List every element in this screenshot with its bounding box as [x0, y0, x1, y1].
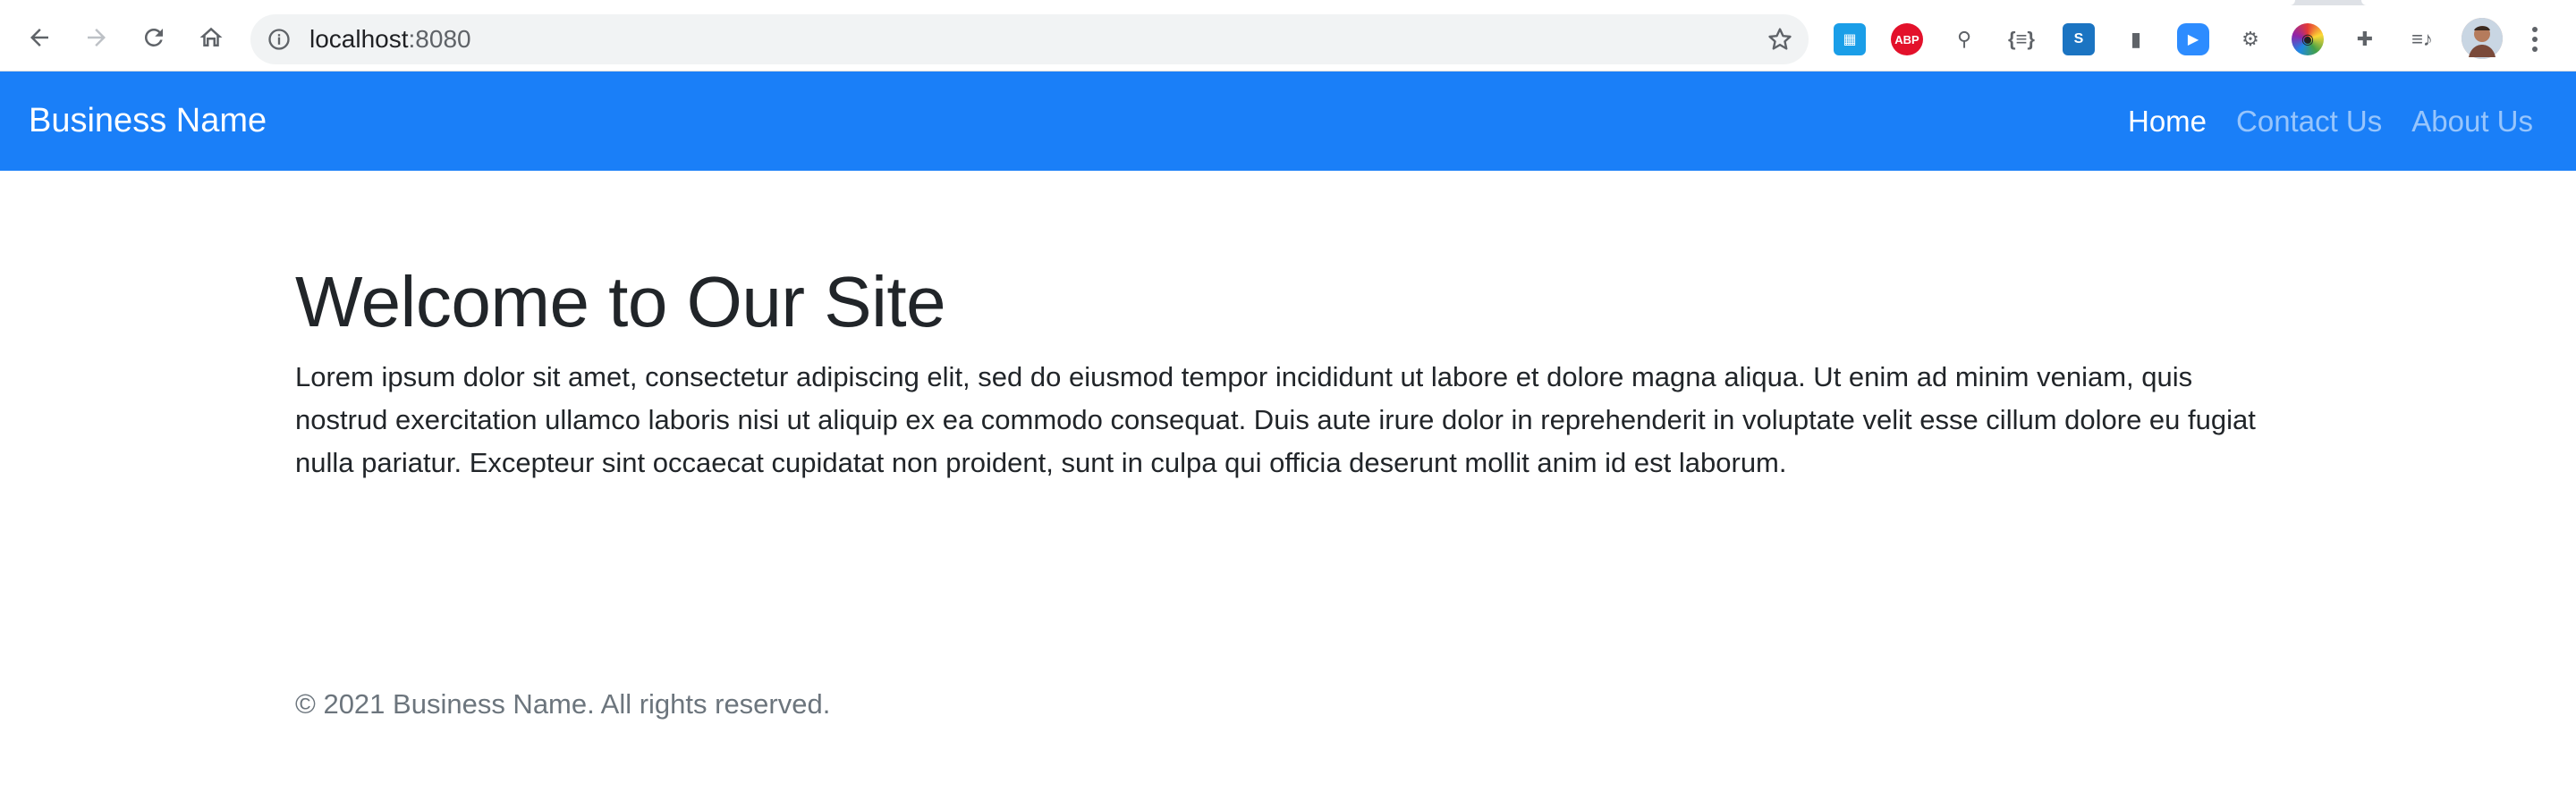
page-title: Welcome to Our Site [295, 262, 946, 341]
url-host: localhost [309, 25, 409, 53]
nav-link-home[interactable]: Home [2128, 105, 2207, 139]
info-icon[interactable] [267, 27, 292, 52]
reload-button[interactable] [132, 16, 175, 59]
puzzle-extensions-icon[interactable]: ✚ [2349, 23, 2381, 55]
gear-extension-icon[interactable]: ⚙ [2234, 23, 2267, 55]
nav-link-contact-us[interactable]: Contact Us [2236, 105, 2382, 139]
media-control-icon[interactable]: ≡♪ [2406, 23, 2438, 55]
browser-toolbar: localhost:8080 ▦ ABP ⚲ {≡} S ▮ ▶ ⚙ ◉ ✚ ≡♪ [0, 5, 2576, 72]
address-bar[interactable]: localhost:8080 [250, 14, 1809, 64]
bookmark-star-icon[interactable] [1766, 25, 1794, 54]
site-navbar: Business Name Home Contact Us About Us [0, 72, 2576, 171]
avatar-icon [2462, 18, 2503, 59]
nav-link-about-us[interactable]: About Us [2411, 105, 2533, 139]
url-port: :8080 [408, 25, 471, 53]
color-picker-icon[interactable]: ◉ [2292, 23, 2324, 55]
brand-link[interactable]: Business Name [29, 72, 267, 171]
profile-avatar[interactable] [2462, 18, 2503, 59]
arrow-left-icon [30, 29, 48, 46]
intro-paragraph: Lorem ipsum dolor sit amet, consectetur … [295, 361, 2256, 478]
arrow-right-icon [88, 29, 106, 46]
home-button[interactable] [190, 16, 233, 59]
forward-button[interactable] [75, 16, 118, 59]
s-extension-icon[interactable]: S [2063, 23, 2095, 55]
adblock-plus-icon[interactable]: ABP [1891, 23, 1923, 55]
sitemap-extension-icon[interactable]: ⚲ [1948, 23, 1980, 55]
zoom-extension-icon[interactable]: ▶ [2177, 23, 2209, 55]
bookmark-extension-icon[interactable]: ▮ [2120, 23, 2152, 55]
back-button[interactable] [18, 16, 61, 59]
home-icon [199, 27, 223, 46]
more-menu-icon[interactable] [2526, 21, 2544, 57]
nav-links: Home Contact Us About Us [2128, 72, 2533, 171]
url-text[interactable]: localhost:8080 [309, 14, 471, 64]
main-content: Welcome to Our Site Lorem ipsum dolor si… [295, 259, 2281, 484]
json-viewer-icon[interactable]: {≡} [2005, 23, 2038, 55]
page-footer: © 2021 Business Name. All rights reserve… [295, 688, 831, 720]
reload-icon [144, 28, 163, 46]
table-extension-icon[interactable]: ▦ [1834, 23, 1866, 55]
